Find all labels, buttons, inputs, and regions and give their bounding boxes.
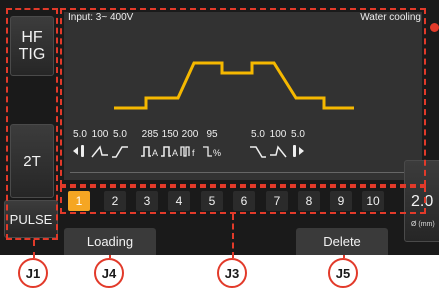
memory-slot-button[interactable]: 8 [298,191,320,211]
hf-tig-label-line1: HF [21,29,43,46]
param-value: 5.0 [113,129,127,140]
param-upslope[interactable]: 5.0 [108,128,132,164]
memory-slot-button[interactable]: 4 [168,191,190,211]
j1-leader-line [33,240,36,258]
j3-leader-line [232,214,235,258]
loading-label: Loading [86,234,134,249]
callout-j3: J3 [217,258,247,288]
svg-text:f: f [192,148,195,158]
pulse-label: PULSE [9,211,53,227]
callout-j5: J5 [328,258,358,288]
pulse-frequency-icon: f [178,143,202,164]
param-value: 5.0 [291,129,305,140]
memory-slot-button[interactable]: 3 [136,191,158,211]
current-curve-line [114,61,354,110]
param-separator [70,172,416,173]
param-pulse-frequency[interactable]: 200 f [178,128,202,164]
param-value: 95 [206,129,218,140]
callout-j4: J4 [94,258,124,288]
memory-slot-button[interactable]: 10 [362,191,384,211]
memory-slot-button[interactable]: 9 [330,191,352,211]
delete-label: Delete [323,234,361,249]
post-gas-icon [286,143,310,164]
electrode-size-unit: Ø (mm) [411,221,435,228]
svg-text:%: % [213,148,221,158]
annotation-dot [430,23,439,32]
balance-percent-icon: % [200,143,224,164]
trigger-mode-label: 2T [23,152,41,170]
parameter-row: 5.0 100 5.0 285 A 150 A 200 f 95% 5.0 100 5.0 [64,128,422,176]
welder-screen: HF TIG 2T PULSE Input: 3~ 400V Water coo… [0,0,439,255]
memory-slot-button[interactable]: 5 [201,191,223,211]
param-balance-percent[interactable]: 95% [200,128,224,164]
pulse-button[interactable]: PULSE [4,200,58,238]
memory-slot-button[interactable]: 6 [233,191,255,211]
electrode-size-button[interactable]: 2.0 Ø (mm) [404,160,439,242]
memory-slot-button[interactable]: 2 [104,191,126,211]
callout-j1: J1 [18,258,48,288]
memory-slot-button[interactable]: 1 [68,191,90,211]
welding-curve-graphic [114,61,354,110]
param-value: 200 [181,129,199,140]
hf-tig-label-line2: TIG [18,46,46,63]
param-post-gas[interactable]: 5.0 [286,128,310,164]
upslope-icon [108,143,132,164]
hf-tig-button[interactable]: HF TIG [10,16,54,76]
loading-button[interactable]: Loading [64,228,156,255]
memory-slot-button[interactable]: 7 [266,191,288,211]
delete-button[interactable]: Delete [296,228,388,255]
electrode-size-value: 2.0 [411,193,434,210]
trigger-mode-button[interactable]: 2T [10,124,54,198]
